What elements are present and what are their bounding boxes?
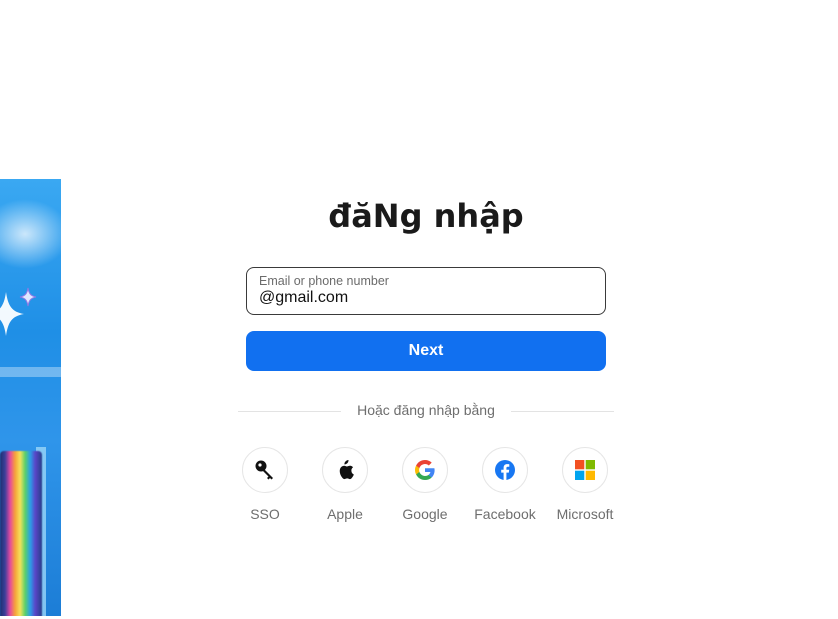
microsoft-label: Microsoft bbox=[556, 506, 614, 522]
google-login-circle[interactable] bbox=[402, 447, 448, 493]
microsoft-icon bbox=[575, 460, 595, 480]
sso-login-circle[interactable] bbox=[242, 447, 288, 493]
divider-text: Hoặc đăng nhập bằng bbox=[357, 402, 495, 418]
login-form: đăNg nhập Email or phone number @gmail.c… bbox=[246, 196, 606, 371]
sso-label: SSO bbox=[250, 506, 280, 522]
facebook-label: Facebook bbox=[474, 506, 536, 522]
apple-label: Apple bbox=[327, 506, 363, 522]
page-title: đăNg nhập bbox=[328, 197, 524, 235]
apple-login-circle[interactable] bbox=[322, 447, 368, 493]
microsoft-login-button[interactable]: Microsoft bbox=[557, 447, 642, 527]
social-login-providers: SSO Apple Google Facebook Microsoft bbox=[242, 447, 632, 527]
facebook-icon bbox=[495, 460, 515, 480]
sparkle-icon bbox=[0, 287, 37, 336]
promo-rainbow-book bbox=[0, 451, 42, 616]
promo-glow bbox=[0, 199, 61, 269]
login-page: đăNg nhập Email or phone number @gmail.c… bbox=[0, 0, 838, 619]
email-field[interactable]: Email or phone number @gmail.com bbox=[246, 267, 606, 315]
apple-icon bbox=[339, 460, 354, 480]
promo-band bbox=[0, 367, 61, 377]
google-icon bbox=[415, 460, 435, 480]
facebook-login-circle[interactable] bbox=[482, 447, 528, 493]
promo-image bbox=[0, 179, 61, 616]
divider-line-right bbox=[511, 411, 614, 412]
google-label: Google bbox=[402, 506, 448, 522]
email-field-label: Email or phone number bbox=[259, 274, 389, 288]
next-button[interactable]: Next bbox=[246, 331, 606, 371]
email-field-value[interactable]: @gmail.com bbox=[259, 289, 348, 307]
key-icon bbox=[255, 460, 273, 480]
alternative-login-divider: Hoặc đăng nhập bằng bbox=[238, 400, 614, 422]
microsoft-login-circle[interactable] bbox=[562, 447, 608, 493]
